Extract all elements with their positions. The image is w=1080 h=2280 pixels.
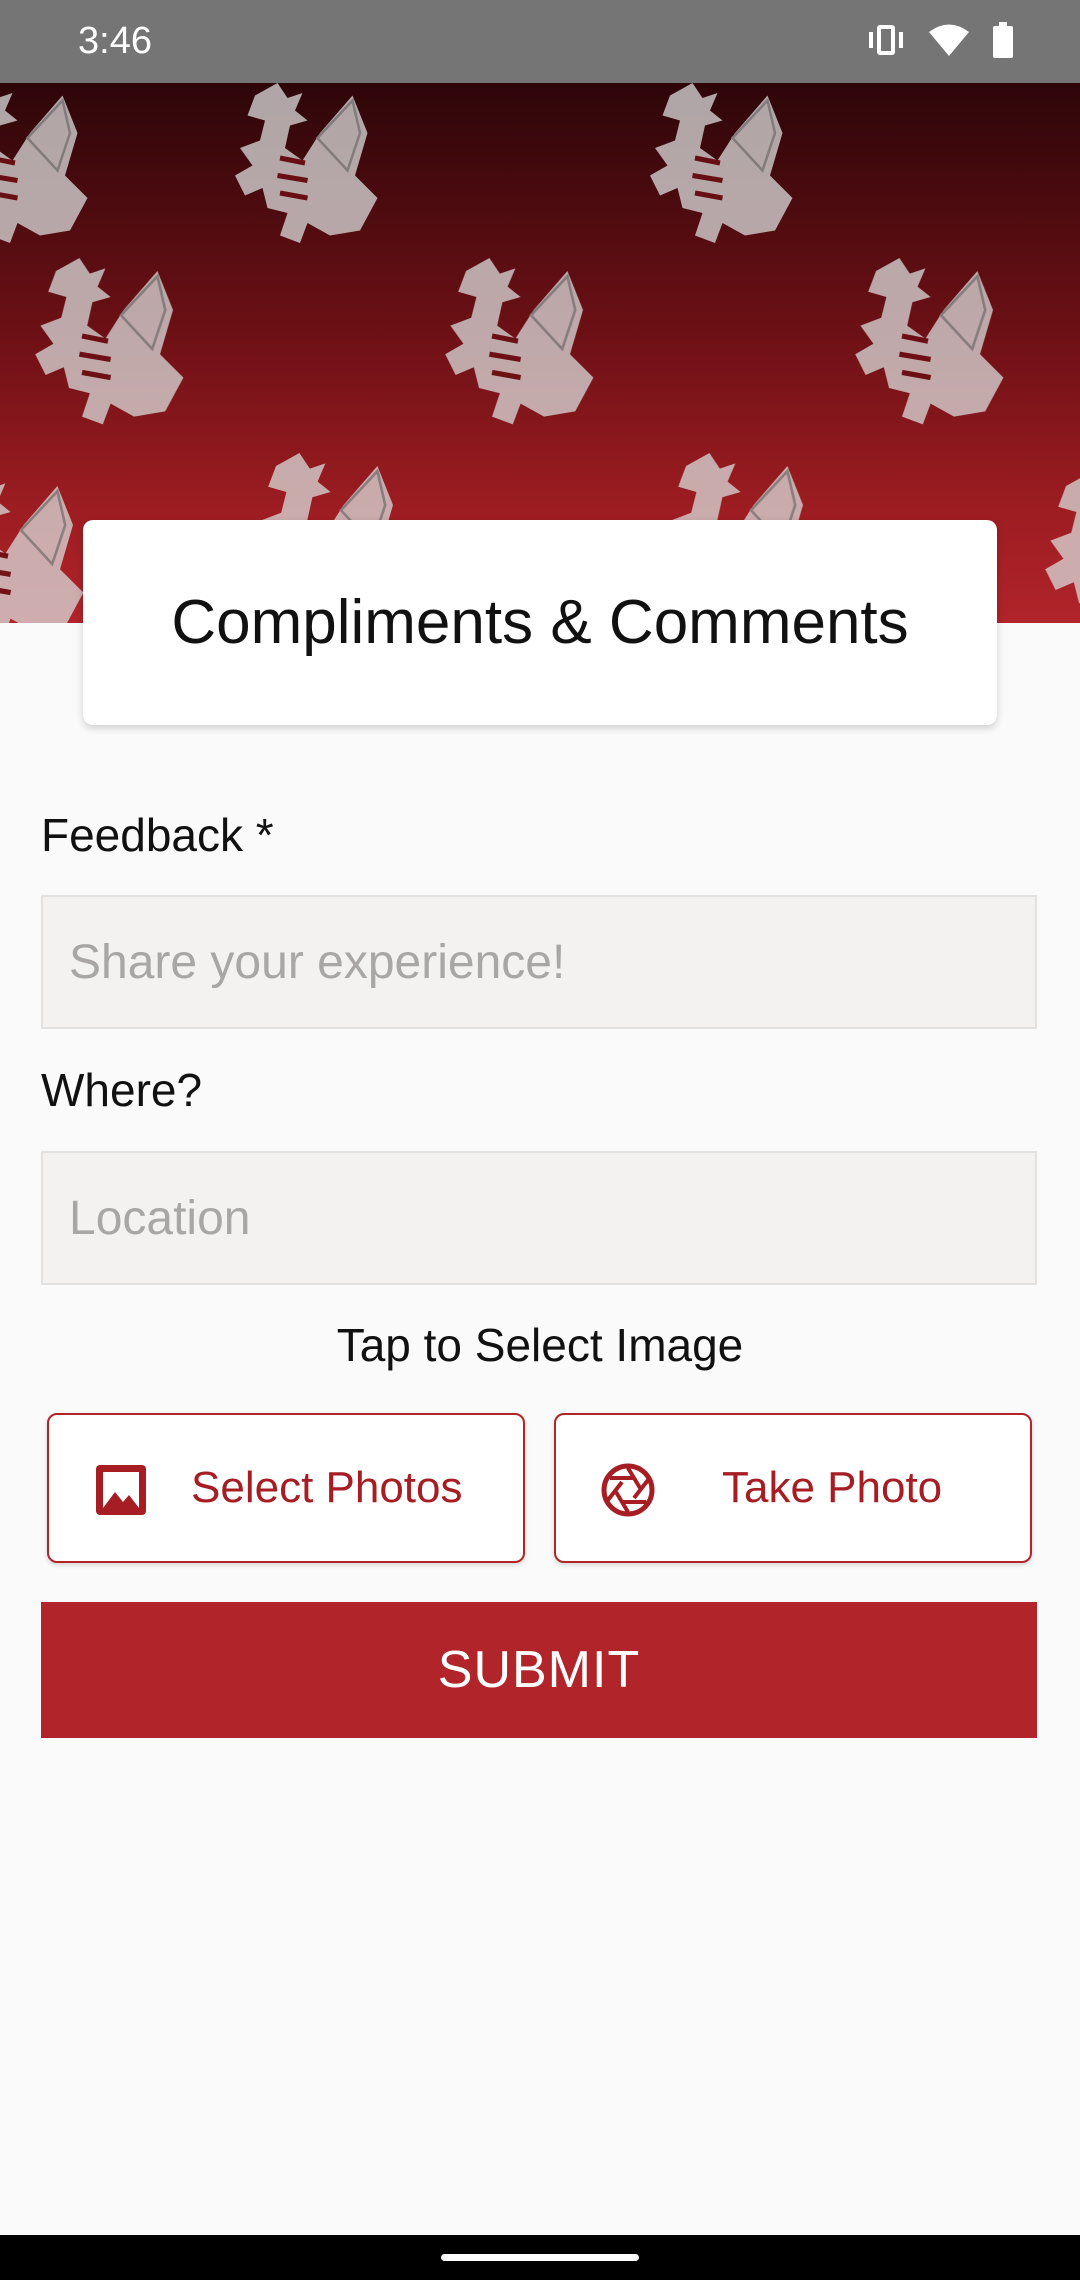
image-icon <box>93 1462 149 1518</box>
take-photo-button[interactable]: Take Photo <box>554 1413 1032 1563</box>
location-input[interactable] <box>41 1151 1037 1285</box>
image-prompt-label: Tap to Select Image <box>336 1319 744 1371</box>
take-photo-label: Take Photo <box>722 1463 943 1512</box>
page-title: Compliments & Comments <box>171 588 909 657</box>
home-handle[interactable] <box>441 2254 639 2261</box>
submit-button[interactable]: SUBMIT <box>41 1602 1037 1738</box>
vibrate-icon <box>866 23 906 62</box>
status-bar: 3:46 <box>0 0 1080 83</box>
status-time: 3:46 <box>78 20 152 62</box>
battery-icon <box>992 21 1014 63</box>
camera-shutter-icon <box>600 1462 656 1518</box>
select-photos-button[interactable]: Select Photos <box>47 1413 525 1563</box>
status-icons <box>866 21 1014 63</box>
select-photos-label: Select Photos <box>191 1463 463 1512</box>
where-label: Where? <box>41 1064 203 1116</box>
wifi-icon <box>928 23 970 62</box>
navigation-bar <box>0 2235 1080 2280</box>
title-card: Compliments & Comments <box>83 520 997 725</box>
feedback-input[interactable] <box>41 895 1037 1029</box>
feedback-label: Feedback * <box>41 809 274 861</box>
